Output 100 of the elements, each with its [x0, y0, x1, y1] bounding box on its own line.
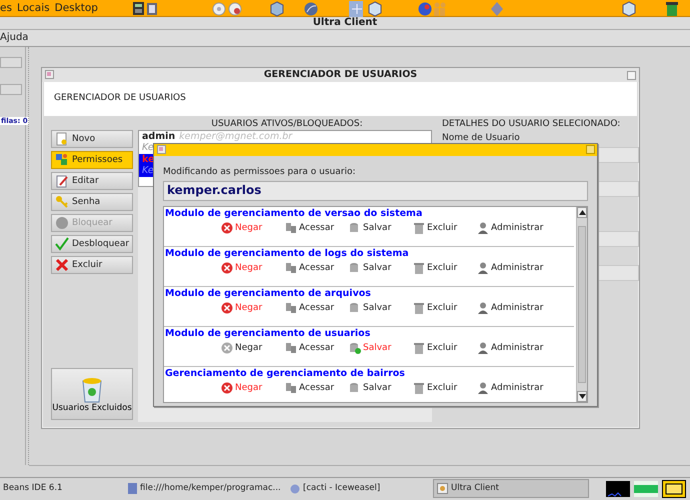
taskbar-item[interactable]: Ultra Client: [433, 479, 589, 498]
database-icon: [349, 342, 361, 356]
permission-option[interactable]: Acessar: [285, 342, 349, 356]
menu-item[interactable]: Desktop: [54, 2, 98, 15]
username-field[interactable]: kemper.carlos: [163, 181, 588, 201]
permission-option[interactable]: Negar: [221, 302, 285, 316]
key-icon: [55, 195, 69, 209]
deny-icon: [221, 302, 233, 316]
prompt-text: Modificando as permissoes para o usuario:: [163, 167, 356, 177]
permission-option[interactable]: Acessar: [285, 222, 349, 236]
action-button[interactable]: Desbloquear: [51, 235, 133, 253]
window-icon[interactable]: [146, 1, 160, 17]
header-text: GERENCIADOR DE USUARIOS: [54, 93, 186, 103]
diamond-icon[interactable]: [490, 1, 504, 17]
module-title: Modulo de gerenciamento de usuarios: [165, 328, 370, 339]
cube-icon[interactable]: [368, 1, 382, 17]
menu-item[interactable]: es: [0, 2, 12, 15]
list-heading: USUARIOS ATIVOS/BLOQUEADOS:: [211, 119, 363, 129]
disc-icon[interactable]: [212, 1, 226, 17]
taskbar-item[interactable]: Beans IDE 6.1: [0, 479, 125, 498]
deny-icon: [221, 382, 233, 396]
dialog-icon: [157, 145, 166, 154]
cross-icon: [55, 258, 69, 272]
permission-option[interactable]: Administrar: [477, 382, 541, 396]
permission-option[interactable]: Excluir: [413, 342, 477, 356]
permission-option[interactable]: Negar: [221, 222, 285, 236]
action-button[interactable]: Editar: [51, 172, 133, 190]
scrollbar[interactable]: [576, 207, 587, 402]
person-icon: [477, 382, 489, 396]
maximize-button[interactable]: [627, 71, 636, 80]
permission-option[interactable]: Salvar: [349, 262, 413, 276]
trash-icon: [413, 302, 425, 316]
action-button[interactable]: Permissoes: [51, 151, 133, 169]
module-title: Modulo de gerenciamento de versao do sistema: [165, 208, 422, 219]
permission-option[interactable]: Excluir: [413, 262, 477, 276]
trash-icon: [413, 342, 425, 356]
text-field[interactable]: [0, 84, 22, 95]
permission-option[interactable]: Salvar: [349, 222, 413, 236]
check-icon: [55, 237, 69, 251]
permission-option[interactable]: Negar: [221, 262, 285, 276]
taskbar-item[interactable]: file:///home/kemper/programac...: [125, 479, 287, 498]
person-icon: [477, 302, 489, 316]
people-icon[interactable]: [433, 1, 447, 17]
permission-option[interactable]: Excluir: [413, 222, 477, 236]
permission-option[interactable]: Administrar: [477, 302, 541, 316]
module-title: Modulo de gerenciamento de arquivos: [165, 288, 371, 299]
globe-icon[interactable]: [304, 1, 318, 17]
network-monitor-icon: [634, 480, 658, 496]
cube-icon[interactable]: [622, 1, 636, 17]
permission-option[interactable]: Excluir: [413, 382, 477, 396]
window-title: Ultra Client: [312, 17, 378, 28]
frame-title: GERENCIADOR DE USUARIOS: [264, 69, 418, 80]
action-button[interactable]: Novo: [51, 130, 133, 148]
deleted-users-button[interactable]: Usuarios Excluidos: [51, 368, 133, 420]
trash-icon: [413, 382, 425, 396]
permission-option[interactable]: Negar: [221, 382, 285, 396]
text-field[interactable]: [0, 57, 22, 68]
deny-icon: [221, 262, 233, 276]
details-heading: DETALHES DO USUARIO SELECIONADO:: [442, 119, 620, 129]
trash-icon: [413, 222, 425, 236]
new-document-icon: [55, 132, 69, 146]
permission-option[interactable]: Administrar: [477, 342, 541, 356]
taskbar-item[interactable]: [cacti - Iceweasel]: [287, 479, 433, 498]
permission-option[interactable]: Acessar: [285, 382, 349, 396]
globe-icon: [290, 484, 300, 494]
edit-icon: [55, 174, 69, 188]
maximize-button[interactable]: [586, 145, 595, 154]
deny-icon: [221, 222, 233, 236]
globe-icon[interactable]: [418, 1, 432, 17]
module-title: Modulo de gerenciamento de logs do sistema: [165, 248, 409, 259]
deny-icon: [221, 342, 233, 356]
up-arrow-icon: [578, 210, 586, 215]
calculator-icon[interactable]: [132, 1, 146, 17]
permissions-icon: [55, 153, 69, 167]
field-label: Nome de Usuario: [442, 133, 520, 143]
permission-option[interactable]: Acessar: [285, 262, 349, 276]
permission-option[interactable]: Administrar: [477, 262, 541, 276]
trash-icon: [413, 262, 425, 276]
trash-icon[interactable]: [664, 1, 678, 17]
module-title: Gerenciamento de gerenciamento de bairros: [165, 368, 405, 379]
action-button[interactable]: Senha: [51, 193, 133, 211]
cube-icon[interactable]: [270, 1, 284, 17]
display-icon[interactable]: [662, 480, 686, 498]
app-icon: [437, 483, 448, 494]
cpu-monitor-icon: [606, 480, 630, 496]
action-button[interactable]: Excluir: [51, 256, 133, 274]
person-icon: [477, 222, 489, 236]
disc-icon[interactable]: [228, 1, 242, 17]
permission-option[interactable]: Administrar: [477, 222, 541, 236]
permission-option[interactable]: Acessar: [285, 302, 349, 316]
menu-item[interactable]: Locais: [16, 2, 50, 15]
permission-option[interactable]: Salvar: [349, 382, 413, 396]
permission-option[interactable]: Salvar: [349, 342, 413, 356]
permission-option[interactable]: Salvar: [349, 302, 413, 316]
document-icon: [128, 483, 137, 494]
permission-option[interactable]: Excluir: [413, 302, 477, 316]
person-icon: [477, 342, 489, 356]
menu-item[interactable]: Ajuda: [0, 32, 28, 43]
permission-option[interactable]: Negar: [221, 342, 285, 356]
person-icon: [477, 262, 489, 276]
